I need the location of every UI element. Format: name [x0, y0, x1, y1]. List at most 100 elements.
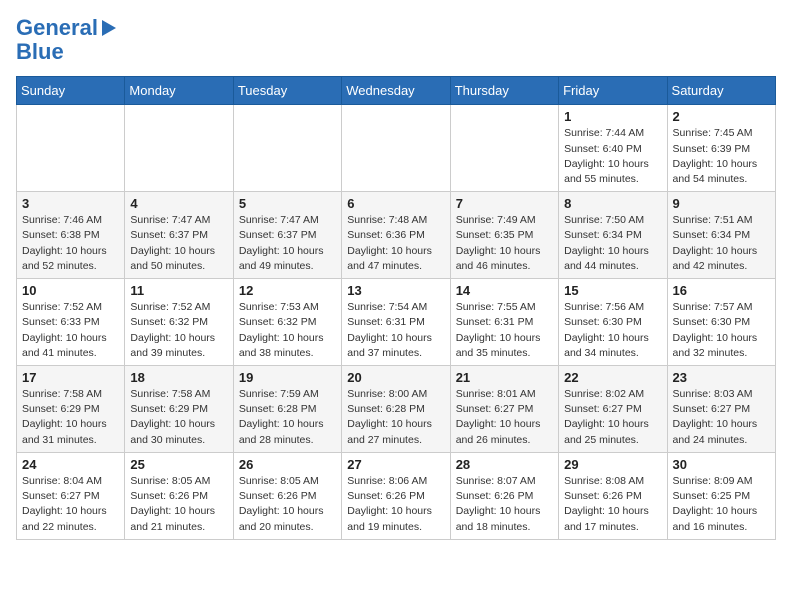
day-number: 18	[130, 370, 227, 385]
calendar-week-5: 24 Sunrise: 8:04 AMSunset: 6:27 PMDayligh…	[17, 452, 776, 539]
logo: General Blue	[16, 16, 116, 64]
calendar-day-cell: 27 Sunrise: 8:06 AMSunset: 6:26 PMDayligh…	[342, 452, 450, 539]
day-number: 27	[347, 457, 444, 472]
calendar-week-2: 3 Sunrise: 7:46 AMSunset: 6:38 PMDaylight…	[17, 192, 776, 279]
day-info: Sunrise: 7:52 AMSunset: 6:32 PMDaylight:…	[130, 300, 227, 361]
day-number: 16	[673, 283, 770, 298]
day-info: Sunrise: 7:58 AMSunset: 6:29 PMDaylight:…	[130, 387, 227, 448]
day-number: 4	[130, 196, 227, 211]
day-info: Sunrise: 7:55 AMSunset: 6:31 PMDaylight:…	[456, 300, 553, 361]
calendar-day-cell: 7 Sunrise: 7:49 AMSunset: 6:35 PMDaylight…	[450, 192, 558, 279]
day-info: Sunrise: 7:46 AMSunset: 6:38 PMDaylight:…	[22, 213, 119, 274]
calendar-day-cell: 11 Sunrise: 7:52 AMSunset: 6:32 PMDayligh…	[125, 279, 233, 366]
calendar-day-cell: 22 Sunrise: 8:02 AMSunset: 6:27 PMDayligh…	[559, 366, 667, 453]
day-info: Sunrise: 8:01 AMSunset: 6:27 PMDaylight:…	[456, 387, 553, 448]
calendar-day-cell: 21 Sunrise: 8:01 AMSunset: 6:27 PMDayligh…	[450, 366, 558, 453]
day-info: Sunrise: 7:48 AMSunset: 6:36 PMDaylight:…	[347, 213, 444, 274]
day-number: 5	[239, 196, 336, 211]
calendar-day-cell: 6 Sunrise: 7:48 AMSunset: 6:36 PMDaylight…	[342, 192, 450, 279]
calendar-dow-friday: Friday	[559, 77, 667, 105]
calendar-day-cell: 3 Sunrise: 7:46 AMSunset: 6:38 PMDaylight…	[17, 192, 125, 279]
day-number: 24	[22, 457, 119, 472]
calendar-day-cell: 20Sunrise: 8:00 AMSunset: 6:28 PMDayligh…	[342, 366, 450, 453]
calendar-day-cell: 1 Sunrise: 7:44 AMSunset: 6:40 PMDaylight…	[559, 105, 667, 192]
calendar-day-cell: 10 Sunrise: 7:52 AMSunset: 6:33 PMDayligh…	[17, 279, 125, 366]
day-number: 26	[239, 457, 336, 472]
day-number: 9	[673, 196, 770, 211]
calendar-day-cell	[233, 105, 341, 192]
day-number: 6	[347, 196, 444, 211]
calendar-day-cell: 29 Sunrise: 8:08 AMSunset: 6:26 PMDayligh…	[559, 452, 667, 539]
logo-blue-text: Blue	[16, 40, 64, 64]
calendar-day-cell: 5 Sunrise: 7:47 AMSunset: 6:37 PMDaylight…	[233, 192, 341, 279]
day-info: Sunrise: 7:47 AMSunset: 6:37 PMDaylight:…	[239, 213, 336, 274]
day-info: Sunrise: 7:44 AMSunset: 6:40 PMDaylight:…	[564, 126, 661, 187]
day-number: 12	[239, 283, 336, 298]
day-info: Sunrise: 7:51 AMSunset: 6:34 PMDaylight:…	[673, 213, 770, 274]
day-number: 23	[673, 370, 770, 385]
calendar-day-cell: 17Sunrise: 7:58 AMSunset: 6:29 PMDayligh…	[17, 366, 125, 453]
calendar-week-4: 17Sunrise: 7:58 AMSunset: 6:29 PMDayligh…	[17, 366, 776, 453]
day-number: 28	[456, 457, 553, 472]
calendar-day-cell: 28 Sunrise: 8:07 AMSunset: 6:26 PMDayligh…	[450, 452, 558, 539]
day-info: Sunrise: 8:00 AMSunset: 6:28 PMDaylight:…	[347, 387, 444, 448]
logo-arrow-icon	[102, 20, 116, 36]
calendar-day-cell: 26 Sunrise: 8:05 AMSunset: 6:26 PMDayligh…	[233, 452, 341, 539]
day-number: 11	[130, 283, 227, 298]
calendar-day-cell: 13Sunrise: 7:54 AMSunset: 6:31 PMDayligh…	[342, 279, 450, 366]
day-info: Sunrise: 7:50 AMSunset: 6:34 PMDaylight:…	[564, 213, 661, 274]
day-info: Sunrise: 8:04 AMSunset: 6:27 PMDaylight:…	[22, 474, 119, 535]
day-number: 25	[130, 457, 227, 472]
calendar-day-cell: 14 Sunrise: 7:55 AMSunset: 6:31 PMDayligh…	[450, 279, 558, 366]
day-info: Sunrise: 8:05 AMSunset: 6:26 PMDaylight:…	[239, 474, 336, 535]
page-header: General Blue	[16, 16, 776, 64]
day-number: 14	[456, 283, 553, 298]
day-info: Sunrise: 7:53 AMSunset: 6:32 PMDaylight:…	[239, 300, 336, 361]
day-number: 13	[347, 283, 444, 298]
day-info: Sunrise: 8:09 AMSunset: 6:25 PMDaylight:…	[673, 474, 770, 535]
day-info: Sunrise: 7:57 AMSunset: 6:30 PMDaylight:…	[673, 300, 770, 361]
day-number: 29	[564, 457, 661, 472]
calendar-dow-thursday: Thursday	[450, 77, 558, 105]
calendar-dow-saturday: Saturday	[667, 77, 775, 105]
day-info: Sunrise: 8:05 AMSunset: 6:26 PMDaylight:…	[130, 474, 227, 535]
day-info: Sunrise: 7:49 AMSunset: 6:35 PMDaylight:…	[456, 213, 553, 274]
day-info: Sunrise: 8:08 AMSunset: 6:26 PMDaylight:…	[564, 474, 661, 535]
day-number: 15	[564, 283, 661, 298]
day-number: 22	[564, 370, 661, 385]
day-info: Sunrise: 7:58 AMSunset: 6:29 PMDaylight:…	[22, 387, 119, 448]
calendar-day-cell: 19Sunrise: 7:59 AMSunset: 6:28 PMDayligh…	[233, 366, 341, 453]
day-info: Sunrise: 8:02 AMSunset: 6:27 PMDaylight:…	[564, 387, 661, 448]
day-info: Sunrise: 8:03 AMSunset: 6:27 PMDaylight:…	[673, 387, 770, 448]
day-number: 7	[456, 196, 553, 211]
calendar-week-1: 1 Sunrise: 7:44 AMSunset: 6:40 PMDaylight…	[17, 105, 776, 192]
logo-text: General	[16, 16, 98, 40]
calendar-week-3: 10 Sunrise: 7:52 AMSunset: 6:33 PMDayligh…	[17, 279, 776, 366]
calendar-dow-tuesday: Tuesday	[233, 77, 341, 105]
calendar-day-cell: 8 Sunrise: 7:50 AMSunset: 6:34 PMDaylight…	[559, 192, 667, 279]
day-info: Sunrise: 7:52 AMSunset: 6:33 PMDaylight:…	[22, 300, 119, 361]
day-number: 21	[456, 370, 553, 385]
day-info: Sunrise: 7:45 AMSunset: 6:39 PMDaylight:…	[673, 126, 770, 187]
calendar-header-row: SundayMondayTuesdayWednesdayThursdayFrid…	[17, 77, 776, 105]
day-number: 3	[22, 196, 119, 211]
day-info: Sunrise: 8:06 AMSunset: 6:26 PMDaylight:…	[347, 474, 444, 535]
calendar-day-cell	[125, 105, 233, 192]
day-number: 10	[22, 283, 119, 298]
calendar-dow-sunday: Sunday	[17, 77, 125, 105]
day-info: Sunrise: 8:07 AMSunset: 6:26 PMDaylight:…	[456, 474, 553, 535]
calendar-day-cell: 4 Sunrise: 7:47 AMSunset: 6:37 PMDaylight…	[125, 192, 233, 279]
day-number: 19	[239, 370, 336, 385]
calendar-day-cell	[342, 105, 450, 192]
calendar-day-cell: 12 Sunrise: 7:53 AMSunset: 6:32 PMDayligh…	[233, 279, 341, 366]
day-number: 1	[564, 109, 661, 124]
calendar-dow-monday: Monday	[125, 77, 233, 105]
calendar-day-cell: 24 Sunrise: 8:04 AMSunset: 6:27 PMDayligh…	[17, 452, 125, 539]
day-number: 2	[673, 109, 770, 124]
calendar-day-cell: 15Sunrise: 7:56 AMSunset: 6:30 PMDayligh…	[559, 279, 667, 366]
day-info: Sunrise: 7:47 AMSunset: 6:37 PMDaylight:…	[130, 213, 227, 274]
calendar-table: SundayMondayTuesdayWednesdayThursdayFrid…	[16, 76, 776, 539]
calendar-day-cell: 25 Sunrise: 8:05 AMSunset: 6:26 PMDayligh…	[125, 452, 233, 539]
calendar-dow-wednesday: Wednesday	[342, 77, 450, 105]
day-number: 8	[564, 196, 661, 211]
